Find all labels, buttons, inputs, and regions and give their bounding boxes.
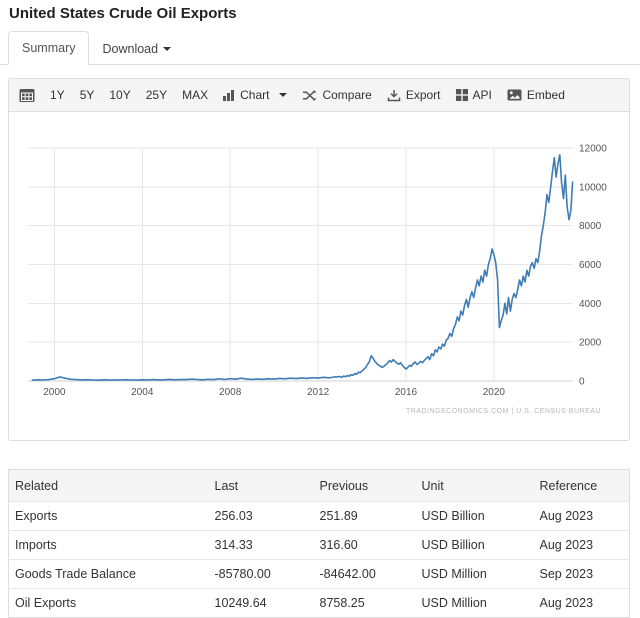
col-header-previous: Previous xyxy=(313,469,416,502)
bar-chart-icon xyxy=(223,90,235,101)
table-cell: 10249.64 xyxy=(208,588,314,618)
range-10y-button[interactable]: 10Y xyxy=(109,88,130,102)
table-cell: 316.60 xyxy=(313,530,416,560)
caret-down-icon xyxy=(279,93,288,97)
range-25y-button[interactable]: 25Y xyxy=(146,88,167,102)
table-cell: USD Million xyxy=(415,559,534,589)
tab-download[interactable]: Download xyxy=(89,33,184,65)
caret-down-icon xyxy=(163,47,172,51)
table-header: Related Last Previous Unit Reference xyxy=(8,469,630,502)
svg-text:0: 0 xyxy=(579,377,585,388)
chart-toolbar: 1Y 5Y 10Y 25Y MAX Chart Compare Export A… xyxy=(9,79,629,112)
download-icon xyxy=(387,89,401,101)
compare-button[interactable]: Compare xyxy=(302,88,372,102)
svg-text:2000: 2000 xyxy=(43,387,66,398)
tab-download-label: Download xyxy=(102,42,159,56)
col-header-unit: Unit xyxy=(415,469,534,502)
col-header-related: Related xyxy=(8,469,209,502)
svg-text:4000: 4000 xyxy=(579,299,602,310)
range-5y-button[interactable]: 5Y xyxy=(80,88,95,102)
image-icon xyxy=(507,89,522,101)
svg-text:12000: 12000 xyxy=(579,144,607,155)
calendar-icon xyxy=(19,88,35,102)
related-indicator-link[interactable]: Oil Exports xyxy=(8,588,209,618)
table-cell: Sep 2023 xyxy=(533,559,630,589)
chart-panel: 1Y 5Y 10Y 25Y MAX Chart Compare Export A… xyxy=(8,78,630,441)
page-title: United States Crude Oil Exports xyxy=(9,5,237,22)
svg-text:2012: 2012 xyxy=(307,387,330,398)
chart-type-button[interactable]: Chart xyxy=(223,88,288,102)
embed-label: Embed xyxy=(526,88,565,102)
svg-text:6000: 6000 xyxy=(579,260,602,271)
table-row: Exports 256.03 251.89 USD Billion Aug 2023 xyxy=(8,501,630,531)
compare-label: Compare xyxy=(322,88,372,102)
table-cell: Aug 2023 xyxy=(533,588,630,618)
table-row: Goods Trade Balance -85780.00 -84642.00 USD… xyxy=(8,559,630,589)
table-cell: -84642.00 xyxy=(313,559,416,589)
table-cell: Aug 2023 xyxy=(533,501,630,531)
svg-text:TRADINGECONOMICS.COM | U.S.: TRADINGECONOMICS.COM | U.S. CENSUS BUREA… xyxy=(406,408,601,415)
tab-summary-label: Summary xyxy=(22,41,76,55)
col-header-last: Last xyxy=(208,469,314,502)
chart-type-label: Chart xyxy=(240,88,270,102)
calendar-button[interactable] xyxy=(19,88,35,103)
related-indicator-link[interactable]: Exports xyxy=(8,501,209,531)
api-button[interactable]: API xyxy=(455,88,492,102)
related-indicators-table: Related Last Previous Unit Reference Exports… xyxy=(8,469,630,618)
grid-icon xyxy=(455,89,468,101)
svg-text:2020: 2020 xyxy=(483,387,506,398)
table-cell: Aug 2023 xyxy=(533,530,630,560)
related-indicator-link[interactable]: Goods Trade Balance xyxy=(8,559,209,589)
table-row: Imports 314.33 316.60 USD Billion Aug 2023 xyxy=(8,530,630,560)
table-cell: 314.33 xyxy=(208,530,314,560)
svg-text:10000: 10000 xyxy=(579,182,607,193)
export-label: Export xyxy=(405,88,441,102)
svg-text:2004: 2004 xyxy=(131,387,154,398)
table-cell: 8758.25 xyxy=(313,588,416,618)
svg-text:2000: 2000 xyxy=(579,338,602,349)
table-row: Oil Exports 10249.64 8758.25 USD Million Aug… xyxy=(8,588,630,618)
related-indicator-link[interactable]: Imports xyxy=(8,530,209,560)
table-cell: USD Million xyxy=(415,588,534,618)
chart-area[interactable]: 2000 2004 2008 2012 2016 2020 0 2000 4000 6000 800… xyxy=(9,112,629,440)
table-cell: USD Billion xyxy=(415,501,534,531)
embed-button[interactable]: Embed xyxy=(507,88,565,102)
chart-canvas[interactable]: 2000 2004 2008 2012 2016 2020 0 2000 4000 6000 800… xyxy=(9,112,629,438)
table-cell: USD Billion xyxy=(415,530,534,560)
col-header-reference: Reference xyxy=(533,469,630,502)
range-max-button[interactable]: MAX xyxy=(182,88,208,102)
export-button[interactable]: Export xyxy=(387,88,441,102)
tab-bar: Summary Download xyxy=(0,31,640,65)
table-cell: 256.03 xyxy=(208,501,314,531)
compare-icon xyxy=(303,89,317,101)
tab-summary[interactable]: Summary xyxy=(8,31,90,65)
svg-text:2008: 2008 xyxy=(219,387,242,398)
svg-text:8000: 8000 xyxy=(579,221,602,232)
table-cell: -85780.00 xyxy=(208,559,314,589)
svg-text:2016: 2016 xyxy=(395,387,418,398)
api-label: API xyxy=(472,88,492,102)
table-cell: 251.89 xyxy=(313,501,416,531)
range-1y-button[interactable]: 1Y xyxy=(50,88,65,102)
